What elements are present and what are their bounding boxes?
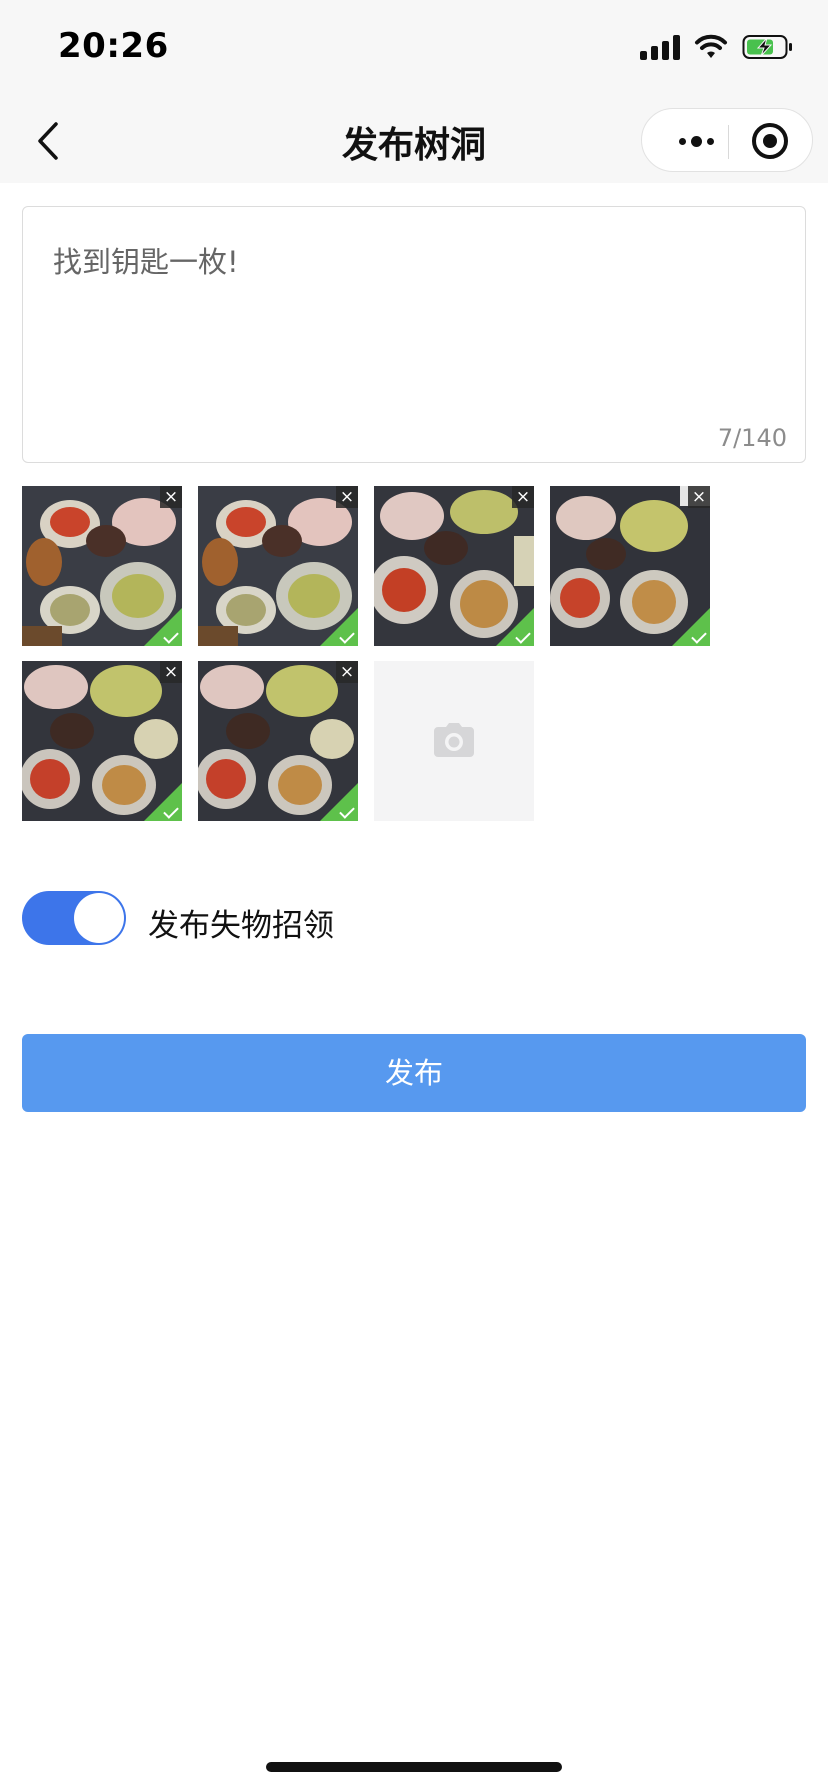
- signal-icon: [640, 34, 680, 60]
- wifi-icon: [694, 34, 728, 60]
- uploaded-check-icon: [144, 608, 182, 646]
- mini-program-capsule: [641, 108, 813, 172]
- camera-icon: [434, 723, 474, 757]
- remove-photo-button[interactable]: ×: [160, 486, 182, 508]
- uploaded-check-icon: [672, 608, 710, 646]
- home-indicator: [266, 1762, 562, 1772]
- photo-thumbnail[interactable]: ×: [550, 486, 710, 646]
- lost-found-toggle[interactable]: [22, 891, 126, 945]
- uploaded-check-icon: [320, 608, 358, 646]
- photo-thumbnail[interactable]: ×: [198, 486, 358, 646]
- uploaded-check-icon: [320, 783, 358, 821]
- toggle-knob: [74, 893, 124, 943]
- remove-photo-button[interactable]: ×: [336, 486, 358, 508]
- uploaded-check-icon: [144, 783, 182, 821]
- status-icons: [640, 34, 794, 60]
- publish-button[interactable]: 发布: [22, 1034, 806, 1112]
- uploaded-check-icon: [496, 608, 534, 646]
- status-time: 20:26: [58, 26, 169, 66]
- remove-photo-button[interactable]: ×: [336, 661, 358, 683]
- remove-photo-button[interactable]: ×: [160, 661, 182, 683]
- photo-thumbnail[interactable]: ×: [374, 486, 534, 646]
- post-text: 找到钥匙一枚!: [53, 245, 239, 279]
- battery-charging-icon: [742, 34, 794, 60]
- photo-thumbnail[interactable]: ×: [198, 661, 358, 821]
- photo-thumbnail[interactable]: ×: [22, 661, 182, 821]
- char-counter: 7/140: [717, 424, 787, 452]
- add-photo-button[interactable]: [374, 661, 534, 821]
- target-icon[interactable]: [752, 123, 788, 159]
- photo-thumbnail[interactable]: ×: [22, 486, 182, 646]
- capsule-divider: [728, 125, 729, 159]
- remove-photo-button[interactable]: ×: [688, 486, 710, 508]
- top-bar: 20:26 发布树洞: [0, 0, 828, 183]
- remove-photo-button[interactable]: ×: [512, 486, 534, 508]
- more-dots-icon[interactable]: [666, 109, 726, 173]
- post-textarea[interactable]: 找到钥匙一枚! 7/140: [22, 206, 806, 463]
- lost-found-label: 发布失物招领: [148, 908, 334, 944]
